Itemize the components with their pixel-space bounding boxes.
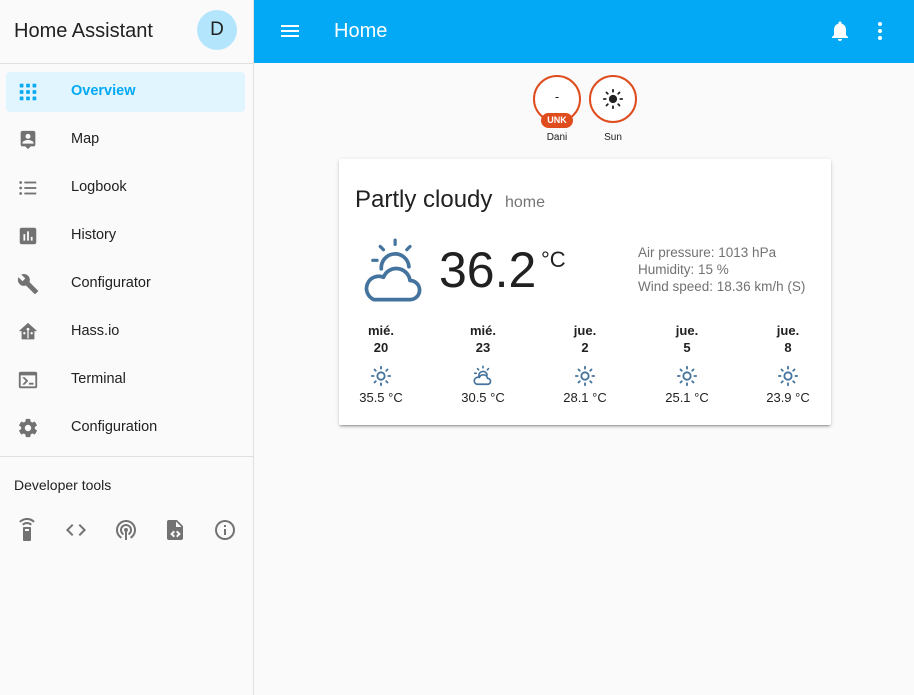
forecast-weekday: mié. — [367, 323, 394, 338]
remote-icon[interactable] — [15, 518, 39, 542]
weather-attributes: Air pressure: 1013 hPa Humidity: 15 % Wi… — [638, 244, 805, 295]
forecast-temperature: 23.9 °C — [766, 390, 810, 405]
badge-circle — [589, 75, 637, 123]
wind-speed: Wind speed: 18.36 km/h (S) — [638, 279, 806, 294]
sidebar-item-label: History — [71, 227, 117, 243]
forecast-temperature: 35.5 °C — [359, 390, 403, 405]
chart-box-icon — [17, 225, 39, 247]
sidebar-header: Home Assistant D — [0, 0, 253, 64]
code-tags-icon[interactable] — [64, 518, 88, 542]
sidebar-item-configurator[interactable]: Configurator — [0, 260, 253, 308]
weather-location: home — [505, 194, 546, 211]
forecast-date: 5 — [683, 340, 691, 355]
forecast-day: jue. 8 23.9 °C — [748, 323, 828, 405]
developer-tools-title: Developer tools — [14, 477, 112, 493]
sidebar-item-overview[interactable]: Overview — [0, 68, 253, 116]
account-location-icon — [17, 129, 39, 151]
page-title: Home — [334, 20, 388, 42]
sidebar-item-logbook[interactable]: Logbook — [0, 164, 253, 212]
forecast-date: 23 — [475, 340, 491, 355]
sidebar-item-label: Configuration — [71, 419, 158, 435]
forecast-weekday: jue. — [675, 323, 699, 338]
badge-unit: UNK — [541, 113, 573, 128]
sidebar-item-label: Terminal — [71, 371, 126, 387]
forecast-day: jue. 2 28.1 °C — [545, 323, 625, 405]
weather-condition: Partly cloudy — [355, 186, 493, 213]
sunny-icon — [777, 365, 799, 387]
forecast-temperature: 25.1 °C — [665, 390, 709, 405]
weather-card[interactable]: Partly cloudy home 36.2 °C Air pressure:… — [339, 159, 831, 425]
format-list-bulleted-icon — [17, 177, 39, 199]
partly-cloudy-icon — [359, 238, 427, 306]
sunny-icon — [370, 365, 392, 387]
badge-sun[interactable]: Sun — [588, 75, 638, 143]
sidebar: Home Assistant D Overview Map Logbook Hi… — [0, 0, 254, 695]
badge-value: - — [554, 89, 560, 104]
forecast-temperature: 30.5 °C — [461, 390, 505, 405]
temperature-unit: °C — [541, 247, 566, 272]
developer-tools — [0, 514, 253, 546]
sidebar-item-label: Hass.io — [71, 323, 120, 339]
menu-icon[interactable] — [278, 19, 302, 43]
badge-circle: - UNK — [533, 75, 581, 128]
sidebar-item-label: Configurator — [71, 275, 151, 291]
forecast-day: mié. 23 30.5 °C — [443, 323, 523, 405]
sidebar-item-terminal[interactable]: Terminal — [0, 356, 253, 404]
forecast-day: mié. 20 35.5 °C — [341, 323, 421, 405]
wrench-icon — [17, 273, 39, 295]
sidebar-item-map[interactable]: Map — [0, 116, 253, 164]
home-assistant-icon — [17, 321, 39, 343]
radio-tower-icon[interactable] — [114, 518, 138, 542]
sidebar-item-label: Map — [71, 131, 100, 147]
gear-icon — [17, 417, 39, 439]
badge-dani[interactable]: - UNK Dani — [532, 75, 582, 143]
badge-label: Dani — [546, 132, 568, 143]
forecast-date: 2 — [581, 340, 589, 355]
sun-icon — [602, 88, 624, 110]
file-xml-icon[interactable] — [163, 518, 187, 542]
forecast-day: jue. 5 25.1 °C — [647, 323, 727, 405]
sidebar-divider — [0, 456, 253, 457]
forecast-date: 20 — [373, 340, 389, 355]
sidebar-item-configuration[interactable]: Configuration — [0, 404, 253, 452]
sunny-icon — [574, 365, 596, 387]
app-header: Home — [254, 0, 914, 63]
view-grid-icon — [17, 81, 39, 103]
badge-label: Sun — [604, 132, 622, 143]
sidebar-item-label: Overview — [71, 83, 136, 99]
bell-icon[interactable] — [828, 19, 852, 43]
app-title: Home Assistant — [14, 20, 153, 42]
air-pressure: Air pressure: 1013 hPa — [638, 245, 777, 260]
information-outline-icon[interactable] — [213, 518, 237, 542]
sidebar-nav: Overview Map Logbook History Configurato… — [0, 68, 253, 452]
app-root: Home Assistant D Overview Map Logbook Hi… — [0, 0, 914, 695]
more-vert-icon[interactable] — [868, 19, 892, 43]
sidebar-item-label: Logbook — [71, 179, 127, 195]
sidebar-item-hassio[interactable]: Hass.io — [0, 308, 253, 356]
forecast-weekday: mié. — [469, 323, 496, 338]
console-icon — [17, 369, 39, 391]
current-temperature: 36.2 — [439, 242, 537, 298]
sunny-icon — [676, 365, 698, 387]
partly-cloudy-icon — [472, 365, 494, 387]
forecast-date: 8 — [784, 340, 792, 355]
humidity: Humidity: 15 % — [638, 262, 729, 277]
avatar[interactable]: D — [197, 10, 237, 50]
forecast-weekday: jue. — [776, 323, 800, 338]
sidebar-item-history[interactable]: History — [0, 212, 253, 260]
forecast-temperature: 28.1 °C — [563, 390, 607, 405]
forecast-weekday: jue. — [573, 323, 597, 338]
